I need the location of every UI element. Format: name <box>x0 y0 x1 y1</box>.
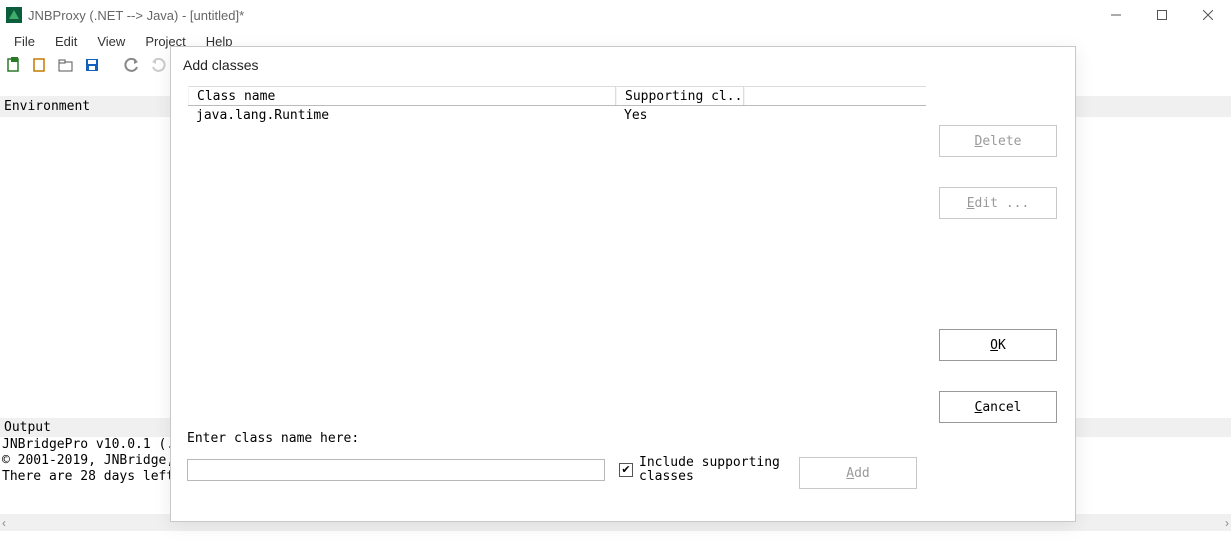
dialog-body: Class name Supporting cl... java.lang.Ru… <box>171 79 1075 517</box>
checkbox-label-line1: Include supporting <box>639 455 780 470</box>
class-input-label: Enter class name here: <box>187 431 927 446</box>
dialog-title: Add classes <box>171 47 1075 79</box>
maximize-button[interactable] <box>1139 0 1185 30</box>
edit-button[interactable]: Edit ... <box>939 187 1057 219</box>
window-controls <box>1093 0 1231 30</box>
close-button[interactable] <box>1185 0 1231 30</box>
column-supporting[interactable]: Supporting cl... <box>616 86 744 105</box>
add-button[interactable]: Add <box>799 457 917 489</box>
minimize-button[interactable] <box>1093 0 1139 30</box>
open-folder-icon[interactable] <box>56 55 76 75</box>
ok-button[interactable]: OK <box>939 329 1057 361</box>
dialog-side-buttons: Delete Edit ... OK Cancel <box>939 125 1057 423</box>
class-listview[interactable]: Class name Supporting cl... java.lang.Ru… <box>187 85 927 415</box>
scroll-left-icon[interactable]: ‹ <box>2 516 6 530</box>
cell-supporting: Yes <box>616 108 744 123</box>
include-supporting-checkbox-wrap[interactable]: ✔ Include supporting classes <box>619 456 780 484</box>
open-file-icon[interactable] <box>30 55 50 75</box>
button-spacer <box>939 249 1057 299</box>
listview-header: Class name Supporting cl... <box>188 86 926 106</box>
column-class-name[interactable]: Class name <box>188 86 616 105</box>
checkbox-label-line2: classes <box>639 469 694 484</box>
new-file-icon[interactable] <box>4 55 24 75</box>
menu-file[interactable]: File <box>4 32 45 51</box>
window-title: JNBProxy (.NET --> Java) - [untitled]* <box>28 8 244 23</box>
checkbox-label: Include supporting classes <box>639 456 780 484</box>
menu-edit[interactable]: Edit <box>45 32 87 51</box>
redo-icon[interactable] <box>148 55 168 75</box>
app-icon <box>6 7 22 23</box>
window-titlebar: JNBProxy (.NET --> Java) - [untitled]* <box>0 0 1231 30</box>
listview-row[interactable]: java.lang.Runtime Yes <box>188 106 926 125</box>
class-name-input[interactable] <box>187 459 605 481</box>
delete-button[interactable]: Delete <box>939 125 1057 157</box>
save-icon[interactable] <box>82 55 102 75</box>
cancel-button[interactable]: Cancel <box>939 391 1057 423</box>
scroll-right-icon[interactable]: › <box>1225 516 1229 530</box>
cell-class-name: java.lang.Runtime <box>188 108 616 123</box>
include-supporting-checkbox[interactable]: ✔ <box>619 463 633 477</box>
column-filler <box>744 86 926 105</box>
undo-icon[interactable] <box>122 55 142 75</box>
menu-view[interactable]: View <box>87 32 135 51</box>
add-classes-dialog: Add classes Class name Supporting cl... … <box>170 46 1076 522</box>
